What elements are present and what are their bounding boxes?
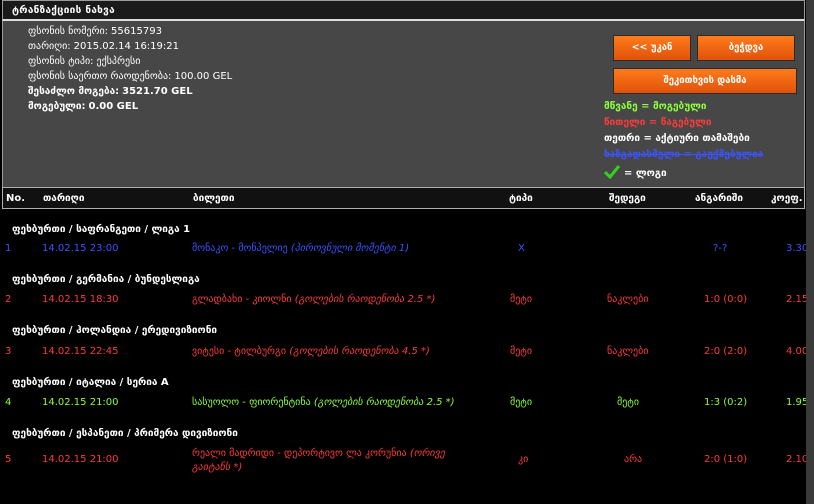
date-line: თარიღი: 2015.02.14 16:19:21 [28,41,179,52]
legend-lost: წითელი = წაგებული [604,117,712,128]
total-odds-line: ფსონის საერთო რაოდენობა: 100.00 GEL [28,71,233,82]
league-header: ფეხბურთი / ესპანეთი / პრიმერა დივიზიონი [12,428,238,439]
table-row[interactable]: 5 14.02.15 21:00 რეალი მადრიდი - დეპორტი… [2,447,808,477]
league-header: ფეხბურთი / იტალია / სერია A [12,377,169,388]
table-row[interactable]: 2 14.02.15 18:30 გლადბახი - კიოლნი (გოლე… [2,294,808,310]
col-odds: კოეფ. [771,193,803,204]
table-row[interactable]: 1 14.02.15 23:00 მონაკო - მონპელიე (პირო… [2,243,808,259]
legend-cancelled: ხაზგადასმული = გაუქმებულია [604,149,764,160]
league-header: ფეხბურთი / საფრანგეთი / ლიგა 1 [12,224,191,235]
table-header: No. თარიღი ბილეთი ტიპი შედეგი ანგარიში კ… [2,187,805,209]
page-title: ტრანზაქციის ნახვა [12,5,115,16]
col-date: თარიღი [43,193,85,204]
league-header: ფეხბურთი / ჰოლანდია / ერედივიზიონი [12,325,218,336]
table-row[interactable]: 3 14.02.15 22:45 ვიტესი - ტილბურგი (გოლე… [2,346,808,362]
transaction-info-panel: ფსონის ნომერი: 55615793 თარიღი: 2015.02.14… [2,21,805,187]
col-type: ტიპი [509,193,533,204]
ask-question-button[interactable]: შეკითხვის დასმა [613,68,797,94]
col-result: შედეგი [609,193,646,204]
phone-number-line: ფსონის ნომერი: 55615793 [28,26,162,37]
print-button[interactable]: ბეჭდვა [697,35,795,61]
possible-win-line: შესაძლო მოგება: 3521.70 GEL [28,86,193,97]
winnings-line: მოგებული: 0.00 GEL [28,101,139,112]
bet-type-line: ფსონის ტიპი: ექსპრესი [28,56,141,67]
table-row[interactable]: 4 14.02.15 21:00 სასუოლო - ფიორენტინა (გ… [2,397,808,413]
col-score: ანგარიში [695,193,744,204]
window-titlebar: ტრანზაქციის ნახვა [2,0,805,21]
scrollbar[interactable] [806,0,814,504]
check-icon [604,165,620,179]
league-header: ფეხბურთი / გერმანია / ბუნდესლიგა [12,274,200,285]
col-no: No. [6,193,26,204]
col-ticket: ბილეთი [193,193,235,204]
legend-logo: = ლოგი [604,165,667,179]
back-button[interactable]: << უკან [613,35,691,61]
legend-won: მწვანე = მოგებული [604,101,707,112]
legend-active: თეთრი = აქტიური თამაშები [604,133,750,144]
